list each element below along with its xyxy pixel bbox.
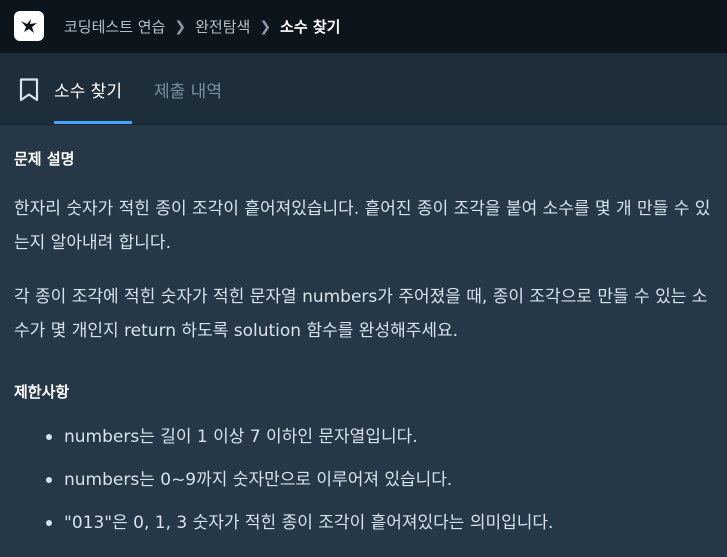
problem-description-heading: 문제 설명: [14, 150, 75, 168]
bookmark-icon[interactable]: [19, 78, 39, 102]
tab-problem-label: 소수 찾기: [54, 81, 122, 102]
list-item: numbers는 길이 1 이상 7 이하인 문자열입니다.: [14, 420, 714, 463]
problem-tabs: 소수 찾기 제출 내역: [0, 54, 727, 125]
limits-list: numbers는 길이 1 이상 7 이하인 문자열입니다. numbers는 …: [14, 420, 714, 549]
bird-logo-icon: [21, 19, 37, 33]
tab-problem[interactable]: 소수 찾기: [54, 54, 132, 124]
breadcrumb-category[interactable]: 완전탐색: [195, 16, 250, 37]
breadcrumb: 코딩테스트 연습 ❯ 완전탐색 ❯ 소수 찾기: [64, 0, 340, 53]
chevron-right-icon: ❯: [259, 18, 272, 35]
top-navigation-bar: 코딩테스트 연습 ❯ 완전탐색 ❯ 소수 찾기: [0, 0, 727, 54]
problem-paragraph-1: 한자리 숫자가 적힌 종이 조각이 흩어져있습니다. 흩어진 종이 조각을 붙여…: [14, 199, 711, 253]
list-item: "013"은 0, 1, 3 숫자가 적힌 종이 조각이 흩어져있다는 의미입니…: [14, 506, 714, 549]
chevron-right-icon: ❯: [174, 18, 187, 35]
breadcrumb-current-problem: 소수 찾기: [280, 18, 341, 36]
breadcrumb-coding-test[interactable]: 코딩테스트 연습: [64, 16, 165, 37]
home-logo-icon[interactable]: [14, 11, 44, 41]
list-item: numbers는 0~9까지 숫자만으로 이루어져 있습니다.: [14, 463, 714, 506]
problem-paragraph-2: 각 종이 조각에 적힌 숫자가 적힌 문자열 numbers가 주어졌을 때, …: [14, 287, 708, 341]
limits-heading: 제한사항: [14, 383, 70, 401]
tab-submissions[interactable]: 제출 내역: [154, 54, 222, 124]
tab-submissions-label: 제출 내역: [154, 81, 222, 102]
